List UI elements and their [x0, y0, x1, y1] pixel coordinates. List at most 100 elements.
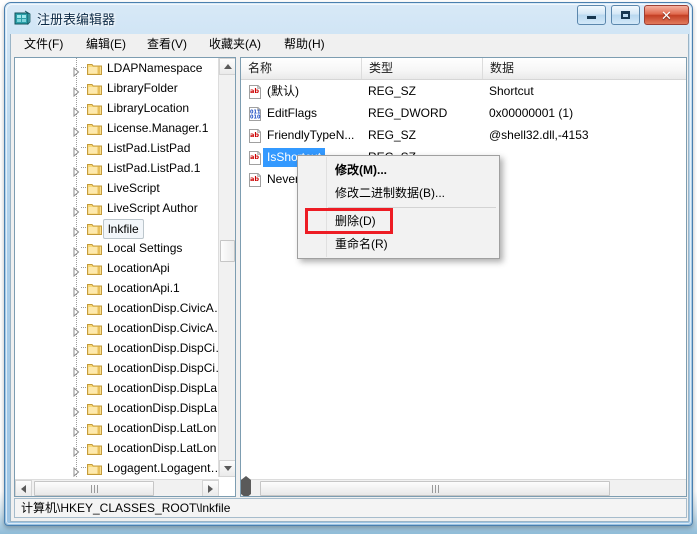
tree-item[interactable]: LDAPNamespace: [15, 58, 219, 78]
context-menu-item-modify-binary[interactable]: 修改二进制数据(B)...: [299, 182, 500, 205]
tree-item[interactable]: LocationDisp.DispLa…: [15, 398, 219, 418]
status-bar: 计算机\HKEY_CLASSES_ROOT\lnkfile: [14, 498, 687, 518]
tree-item[interactable]: Logagent.Logagent…: [15, 458, 219, 477]
chevron-right-icon[interactable]: [72, 163, 80, 178]
tree-item[interactable]: LiveScript: [15, 178, 219, 198]
tree-item[interactable]: LocationDisp.LatLon…: [15, 438, 219, 458]
folder-icon: [87, 181, 102, 195]
value-type: REG_SZ: [368, 84, 417, 98]
menu-view[interactable]: 查看(V): [142, 36, 192, 53]
chevron-right-icon[interactable]: [72, 83, 80, 98]
values-scroll-right-button[interactable]: [246, 476, 251, 496]
tree-item[interactable]: LiveScript Author: [15, 198, 219, 218]
tree-horizontal-scroll-thumb[interactable]: [34, 481, 154, 496]
title-bar[interactable]: 注册表编辑器 ✕: [5, 3, 694, 33]
tree-item[interactable]: ListPad.ListPad: [15, 138, 219, 158]
tree-item-label: LocationDisp.CivicA…: [107, 321, 219, 335]
tree-item[interactable]: LocationDisp.DispCi…: [15, 358, 219, 378]
tree-item[interactable]: License.Manager.1: [15, 118, 219, 138]
tree-item[interactable]: LibraryFolder: [15, 78, 219, 98]
minimize-button[interactable]: [577, 5, 607, 25]
menu-edit[interactable]: 编辑(E): [81, 36, 131, 53]
chevron-right-icon[interactable]: [72, 463, 80, 477]
folder-icon: [87, 341, 102, 355]
column-header-data[interactable]: 数据: [483, 58, 686, 79]
chevron-right-icon[interactable]: [72, 143, 80, 158]
chevron-right-icon[interactable]: [72, 243, 80, 258]
chevron-right-icon[interactable]: [72, 323, 80, 338]
tree-item[interactable]: ListPad.ListPad.1: [15, 158, 219, 178]
tree-scroll-left-button[interactable]: [15, 480, 32, 496]
registry-values-pane[interactable]: 名称 类型 数据 ab (默认) REG_SZ Shortcut 011 010 EditF…: [240, 57, 687, 497]
tree-scroll-right-button[interactable]: [202, 480, 219, 496]
context-menu-item-rename[interactable]: 重命名(R): [299, 233, 500, 256]
close-button[interactable]: ✕: [644, 5, 689, 25]
tree-scroll-up-button[interactable]: [219, 58, 235, 75]
column-header-type[interactable]: 类型: [362, 58, 483, 79]
tree-item[interactable]: LocationDisp.DispCi…: [15, 338, 219, 358]
chevron-right-icon[interactable]: [72, 303, 80, 318]
chevron-right-icon[interactable]: [72, 283, 80, 298]
tree-item-label: LiveScript Author: [107, 201, 198, 215]
folder-icon: [87, 321, 102, 335]
tree-item-label: LocationApi.1: [107, 281, 180, 295]
chevron-right-icon[interactable]: [72, 363, 80, 378]
value-row[interactable]: ab (默认) REG_SZ Shortcut: [241, 80, 686, 102]
tree-horizontal-scrollbar[interactable]: [15, 479, 219, 496]
value-context-menu[interactable]: 修改(M)... 修改二进制数据(B)... 删除(D) 重命名(R): [297, 155, 500, 259]
registry-tree-pane[interactable]: LDAPNamespace LibraryFolder LibraryLocatio…: [14, 57, 236, 497]
chevron-right-icon[interactable]: [72, 123, 80, 138]
column-header-name[interactable]: 名称: [241, 58, 362, 79]
chevron-right-icon[interactable]: [72, 223, 80, 238]
chevron-right-icon[interactable]: [72, 103, 80, 118]
client-area: LDAPNamespace LibraryFolder LibraryLocatio…: [10, 55, 689, 522]
menu-file[interactable]: 文件(F): [19, 36, 68, 53]
tree-item-selected[interactable]: lnkfile: [15, 218, 219, 239]
tree-item[interactable]: LocationDisp.CivicA…: [15, 298, 219, 318]
folder-icon: [87, 221, 102, 235]
tree-vertical-scrollbar[interactable]: [218, 58, 235, 477]
tree-guide-line: [81, 347, 86, 348]
chevron-right-icon[interactable]: [72, 343, 80, 358]
value-type: REG_SZ: [368, 128, 417, 142]
chevron-right-icon[interactable]: [72, 443, 80, 458]
context-menu-item-modify[interactable]: 修改(M)...: [299, 159, 500, 182]
maximize-button[interactable]: [610, 5, 640, 25]
tree-guide-line: [81, 127, 86, 128]
chevron-right-icon[interactable]: [72, 263, 80, 278]
chevron-right-icon[interactable]: [72, 63, 80, 78]
tree-item-label: ListPad.ListPad: [107, 141, 191, 155]
tree-item[interactable]: LocationApi: [15, 258, 219, 278]
menu-bar: 文件(F) 编辑(E) 查看(V) 收藏夹(A) 帮助(H): [10, 34, 689, 55]
chevron-right-icon[interactable]: [72, 423, 80, 438]
menu-help[interactable]: 帮助(H): [279, 36, 330, 53]
tree-item[interactable]: LocationDisp.CivicA…: [15, 318, 219, 338]
chevron-right-icon[interactable]: [72, 183, 80, 198]
values-horizontal-scroll-thumb[interactable]: [260, 481, 610, 496]
folder-icon: [87, 401, 102, 415]
tree-vertical-scroll-thumb[interactable]: [220, 240, 235, 262]
folder-icon: [87, 141, 102, 155]
tree-guide-line: [81, 147, 86, 148]
tree-guide-line: [81, 207, 86, 208]
value-row[interactable]: 011 010 EditFlags REG_DWORD 0x00000001 (1): [241, 102, 686, 124]
tree-guide-line: [81, 367, 86, 368]
chevron-right-icon[interactable]: [72, 403, 80, 418]
tree-item[interactable]: LocationApi.1: [15, 278, 219, 298]
tree-item[interactable]: Local Settings: [15, 238, 219, 258]
tree-item[interactable]: LocationDisp.DispLa…: [15, 378, 219, 398]
menu-favorites[interactable]: 收藏夹(A): [204, 36, 266, 53]
tree-scroll-down-button[interactable]: [219, 460, 235, 477]
tree-item[interactable]: LibraryLocation: [15, 98, 219, 118]
folder-icon: [87, 161, 102, 175]
value-row[interactable]: ab FriendlyTypeN... REG_SZ @shell32.dll,-41…: [241, 124, 686, 146]
value-name: FriendlyTypeN...: [267, 128, 355, 142]
tree-item-label: LocationDisp.DispLa…: [107, 381, 219, 395]
chevron-right-icon[interactable]: [72, 203, 80, 218]
tree-guide-line: [81, 407, 86, 408]
tree-item[interactable]: LocationDisp.LatLon…: [15, 418, 219, 438]
values-horizontal-scrollbar[interactable]: [241, 476, 686, 496]
desktop-background: 注册表编辑器 ✕ 文件(F) 编辑(E) 查看(V) 收藏夹(A) 帮助(H): [0, 0, 697, 534]
chevron-right-icon[interactable]: [72, 383, 80, 398]
panes-container: LDAPNamespace LibraryFolder LibraryLocatio…: [14, 57, 687, 497]
